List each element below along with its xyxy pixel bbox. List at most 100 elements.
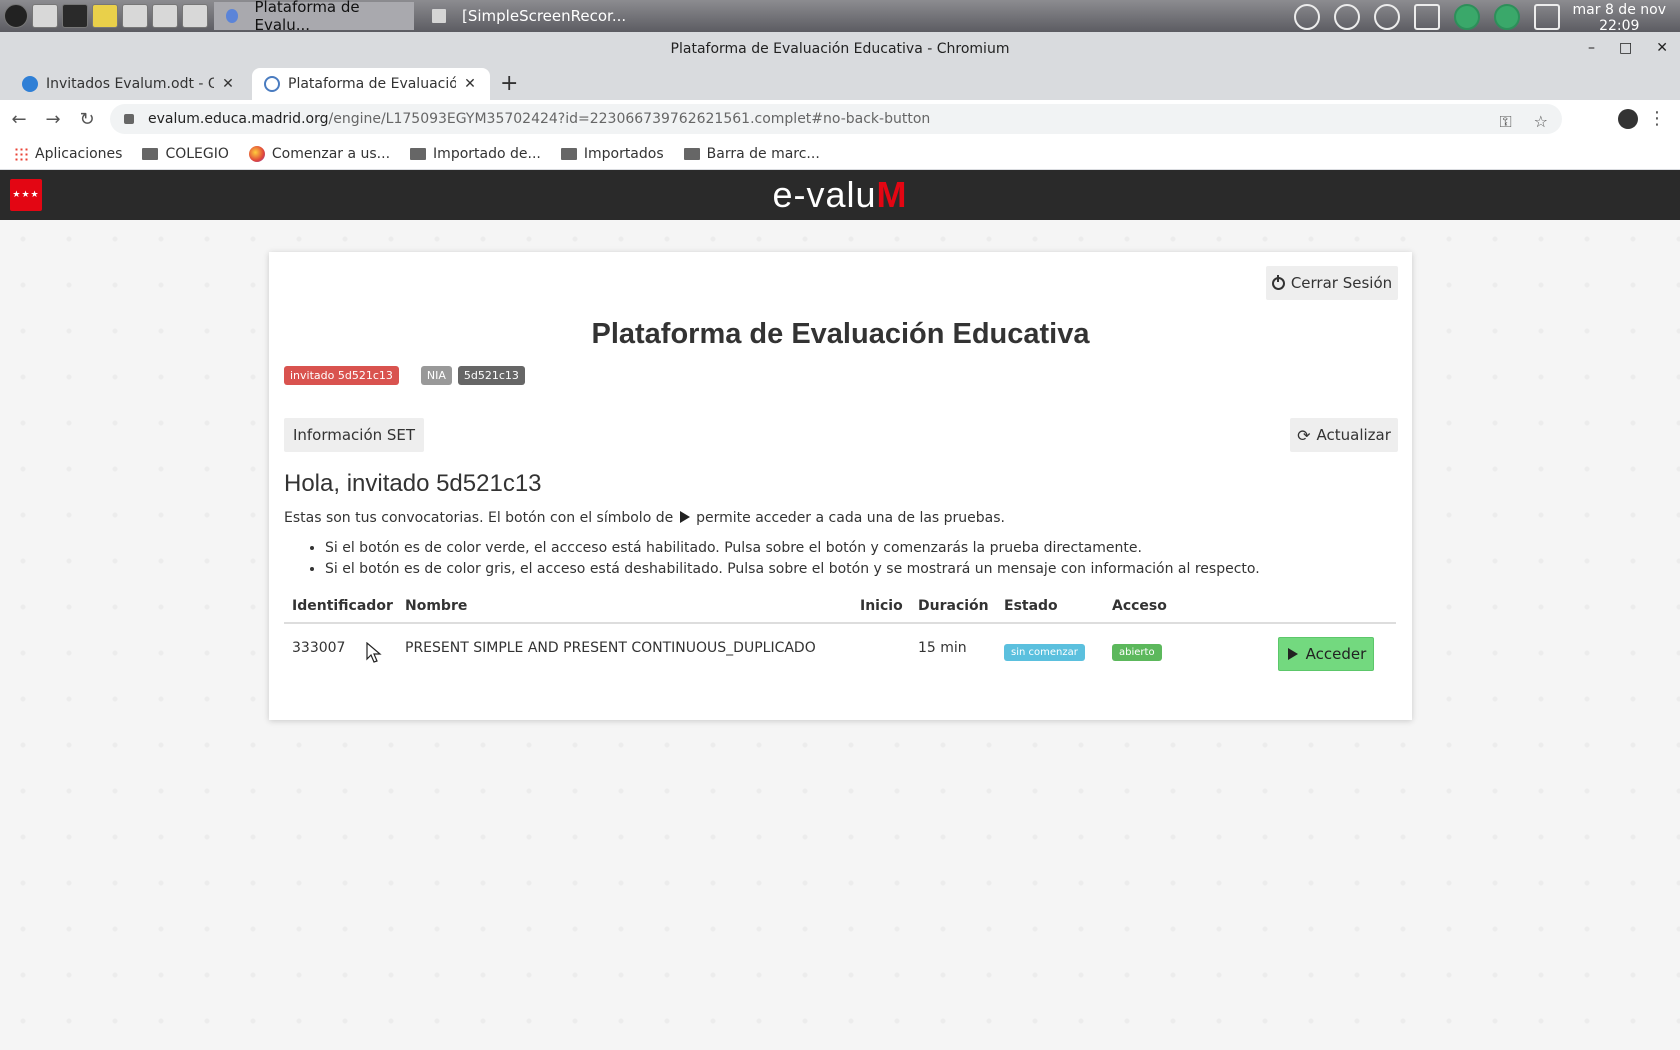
greeting: Hola, invitado 5d521c13	[284, 470, 542, 497]
url-host: evalum.educa.madrid.org	[148, 111, 329, 127]
web-page: ★★★ e-valuM Cerrar Sesión Plataforma de …	[0, 170, 1680, 1050]
back-icon[interactable]: ←	[4, 109, 34, 130]
table-header: Identificador Nombre Inicio Duración Est…	[284, 588, 1396, 624]
tab-close-icon[interactable]: ✕	[462, 76, 478, 92]
tab-invitados[interactable]: Invitados Evalum.odt - Of ✕	[10, 68, 248, 100]
bookmark-comenzar[interactable]: Comenzar a us...	[248, 145, 391, 162]
user-badges: invitado 5d521c13 NIA 5d521c13	[284, 366, 525, 385]
clock[interactable]: mar 8 de nov 22:09	[1573, 2, 1666, 34]
reload-icon[interactable]: ↻	[72, 109, 102, 130]
window-icon	[432, 9, 446, 23]
logout-button[interactable]: Cerrar Sesión	[1266, 266, 1398, 300]
menu-kebab-icon[interactable]: ⋮	[1648, 108, 1666, 129]
intro-before: Estas son tus convocatorias. El botón co…	[284, 510, 674, 526]
url-path: /engine/L175093EGYM35702424?id=223066739…	[328, 111, 931, 127]
nia-label-badge: NIA	[420, 366, 452, 385]
header-id: Identificador	[292, 598, 393, 614]
new-tab-icon[interactable]: +	[500, 71, 518, 96]
header-access: Acceso	[1112, 598, 1167, 614]
cell-name: PRESENT SIMPLE AND PRESENT CONTINUOUS_DU…	[405, 640, 816, 656]
app-menu-icon[interactable]	[4, 4, 28, 28]
header-start: Inicio	[860, 598, 903, 614]
tab-close-icon[interactable]: ✕	[220, 76, 236, 92]
window-icon[interactable]	[152, 4, 178, 28]
cell-status: sin comenzar	[1004, 643, 1085, 661]
instructions-list: Si el botón es de color verde, el accces…	[325, 538, 1260, 580]
tab-strip: Invitados Evalum.odt - Of ✕ Plataforma d…	[0, 66, 1680, 100]
taskbar-task-label: Plataforma de Evalu...	[254, 0, 360, 34]
tray-tools-icon[interactable]	[1414, 4, 1440, 30]
taskbar-task-chromium[interactable]: Plataforma de Evalu...	[214, 0, 414, 34]
mouse-cursor-icon	[366, 642, 382, 663]
bookmark-importado-de[interactable]: Importado de...	[410, 146, 541, 162]
wordmark-accent: M	[876, 174, 908, 215]
os-taskbar: Plataforma de Evalu... [SimpleScreenReco…	[0, 0, 1680, 34]
page-title: Plataforma de Evaluación Educativa	[591, 318, 1090, 350]
chromium-icon	[226, 9, 239, 23]
tray-notify-icon[interactable]	[1334, 4, 1360, 30]
main-card: Cerrar Sesión Plataforma de Evaluación E…	[269, 252, 1412, 720]
folder-icon	[142, 147, 159, 160]
apps-grid-icon	[14, 146, 28, 161]
refresh-button[interactable]: ⟳ Actualizar	[1290, 418, 1398, 452]
lock-icon[interactable]	[124, 114, 134, 124]
intro-after: permite acceder a cada una de las prueba…	[696, 510, 1006, 526]
tray-update-icon[interactable]	[1294, 4, 1320, 30]
play-icon	[1287, 648, 1298, 660]
tray-network-icon[interactable]	[1494, 4, 1520, 30]
bookmark-colegio[interactable]: COLEGIO	[142, 145, 229, 162]
access-button-label: Acceder	[1305, 645, 1367, 663]
address-bar[interactable]: evalum.educa.madrid.org/engine/L175093EG…	[110, 104, 1562, 134]
refresh-icon: ⟳	[1297, 425, 1311, 445]
taskbar-task-recorder[interactable]: [SimpleScreenRecor...	[420, 2, 638, 30]
tab-title: Invitados Evalum.odt - Of	[46, 76, 214, 92]
bookmark-label: Aplicaciones	[35, 145, 123, 162]
cell-access: abierto	[1112, 643, 1162, 661]
tray-keyboard-icon[interactable]	[1374, 4, 1400, 30]
browser-toolbar: ← → ↻ evalum.educa.madrid.org/engine/L17…	[0, 100, 1680, 138]
header-duration: Duración	[918, 598, 989, 614]
text-editor-icon[interactable]	[182, 4, 208, 28]
list-item: Si el botón es de color gris, el acceso …	[325, 559, 1260, 580]
star-icon[interactable]: ☆	[1534, 112, 1548, 132]
profile-icon[interactable]	[1618, 109, 1638, 129]
site-header: ★★★ e-valuM	[0, 170, 1680, 220]
tray-shield-icon[interactable]	[1454, 4, 1480, 30]
home-folder-icon[interactable]	[32, 4, 58, 28]
cell-id: 333007	[292, 640, 346, 656]
window-title: Plataforma de Evaluación Educativa - Chr…	[670, 41, 1010, 57]
header-status: Estado	[1004, 598, 1058, 614]
intro-text: Estas son tus convocatorias. El botón co…	[284, 510, 1005, 526]
refresh-label: Actualizar	[1316, 426, 1391, 444]
forward-icon[interactable]: →	[38, 109, 68, 130]
maximize-icon[interactable]: □	[1619, 40, 1632, 56]
folder-icon	[683, 147, 700, 160]
table-row: 333007 PRESENT SIMPLE AND PRESENT CONTIN…	[284, 624, 1396, 678]
minimize-icon[interactable]: –	[1588, 40, 1595, 56]
header-name: Nombre	[405, 598, 468, 614]
terminal-icon[interactable]	[62, 4, 88, 28]
close-icon[interactable]: ✕	[1656, 40, 1668, 56]
info-set-button[interactable]: Información SET	[284, 418, 424, 452]
bookmark-label: Barra de marc...	[706, 145, 820, 162]
key-icon[interactable]: ⚿	[1499, 112, 1511, 132]
bookmark-label: Comenzar a us...	[271, 145, 391, 162]
bookmark-importados[interactable]: Importados	[560, 146, 664, 162]
cell-duration: 15 min	[918, 640, 967, 656]
tab-plataforma[interactable]: Plataforma de Evaluación ✕	[252, 68, 490, 100]
file-manager-icon[interactable]	[92, 4, 118, 28]
bookmark-apps[interactable]: Aplicaciones	[14, 146, 122, 162]
window-titlebar: Plataforma de Evaluación Educativa - Chr…	[0, 32, 1680, 66]
logout-label: Cerrar Sesión	[1290, 274, 1393, 292]
volume-icon[interactable]	[1534, 4, 1560, 30]
folder-icon	[560, 147, 577, 160]
screenshot-icon[interactable]	[122, 4, 148, 28]
bookmark-barra[interactable]: Barra de marc...	[683, 145, 820, 162]
access-button[interactable]: Acceder	[1278, 637, 1374, 671]
bookmark-label: Importado de...	[433, 145, 541, 162]
globe-icon	[264, 76, 280, 92]
bookmark-label: COLEGIO	[165, 145, 229, 162]
folder-icon	[410, 147, 427, 160]
list-item: Si el botón es de color verde, el accces…	[325, 538, 1260, 559]
access-badge: abierto	[1112, 644, 1162, 661]
